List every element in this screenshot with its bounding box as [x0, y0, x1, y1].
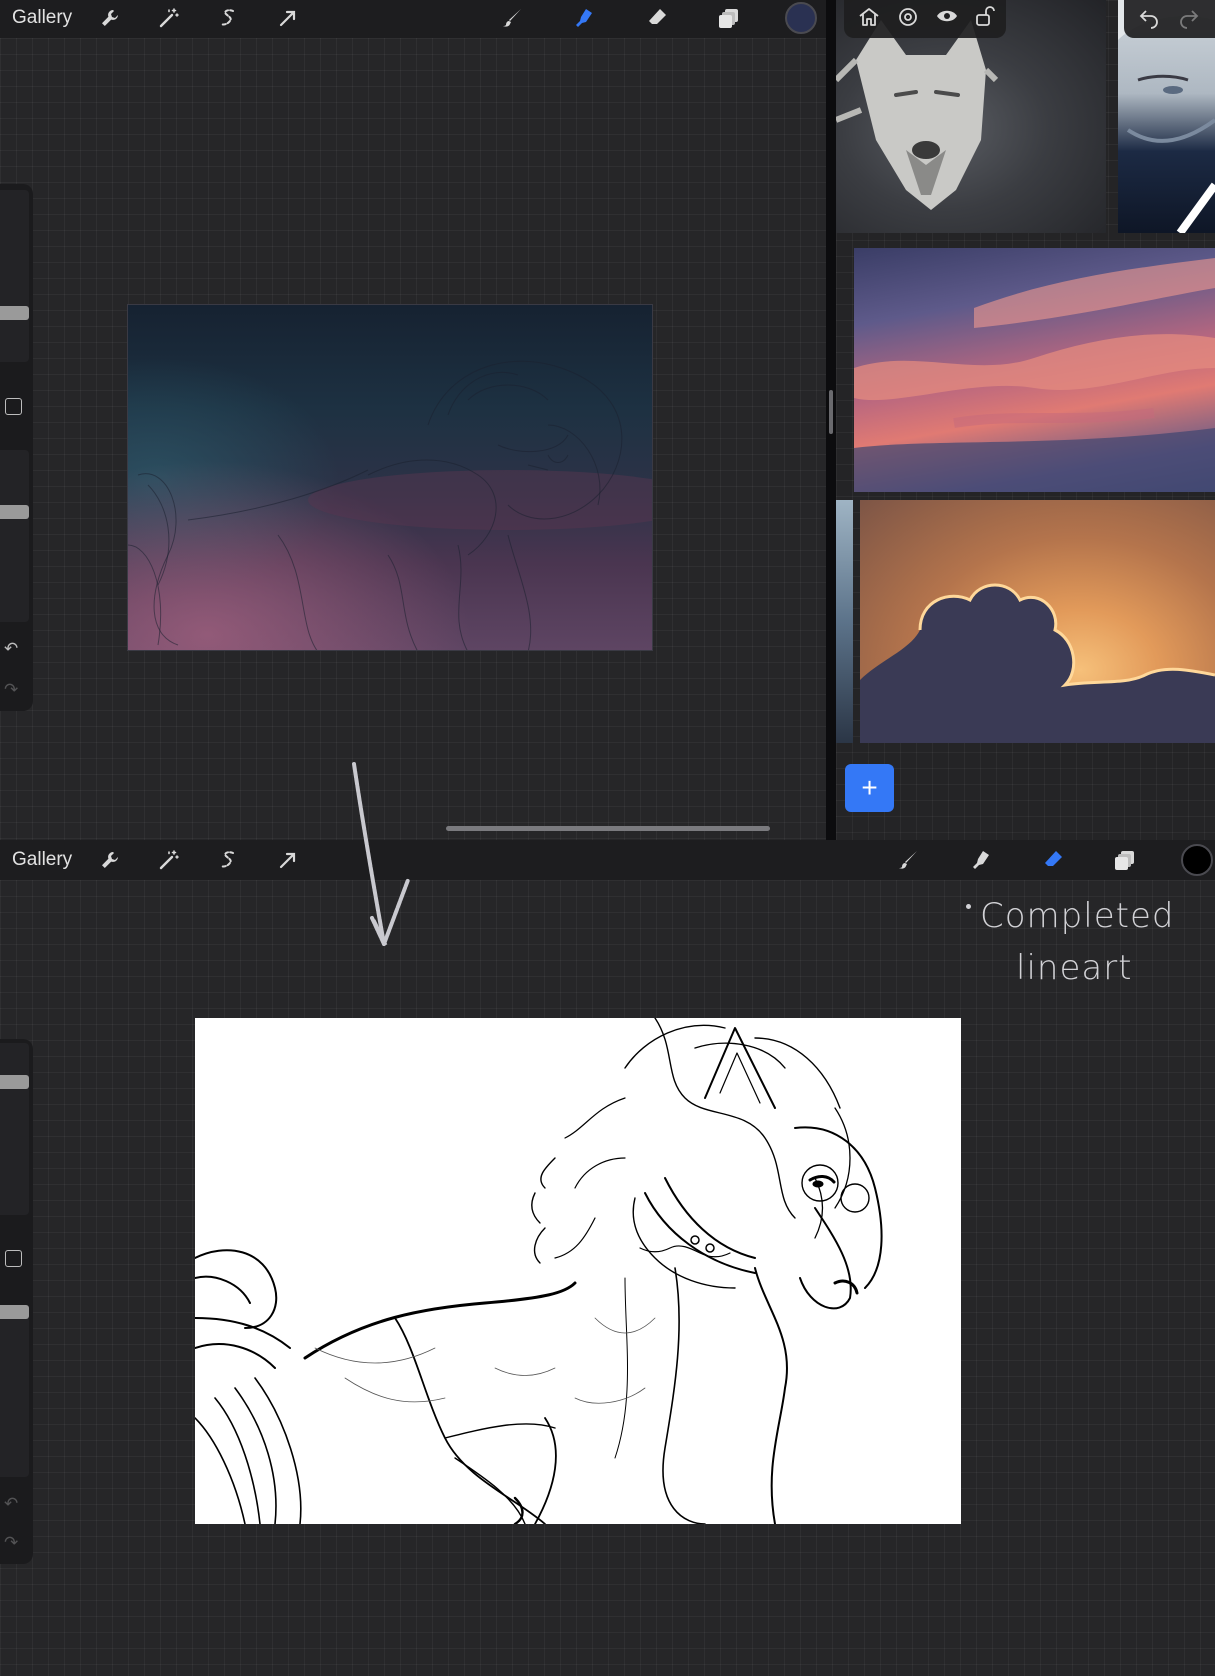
top-artwork [127, 304, 653, 651]
settings-icon[interactable] [893, 2, 923, 32]
eraser-icon[interactable] [642, 3, 672, 33]
annotation-line1: Completed [980, 896, 1175, 936]
gallery-button[interactable]: Gallery [12, 7, 72, 29]
sketch-overlay [128, 305, 652, 650]
lineart-drawing [195, 1018, 883, 1524]
magic-wand-icon[interactable] [154, 845, 184, 875]
brush-icon[interactable] [498, 3, 528, 33]
eraser-icon[interactable] [1038, 845, 1068, 875]
add-reference-button[interactable]: + [845, 764, 894, 812]
opacity-slider[interactable] [0, 505, 29, 519]
reference-undo-toolbar [1124, 0, 1215, 38]
magic-wand-icon[interactable] [154, 3, 184, 33]
selection-s-icon[interactable] [213, 3, 243, 33]
bottom-toolbar: Gallery [0, 840, 1215, 880]
redo-icon[interactable]: ↷ [4, 1533, 18, 1553]
annotation-line2: lineart [1016, 948, 1133, 988]
reference-image-sunset-clouds[interactable] [854, 248, 1215, 492]
reference-image-sliver[interactable] [836, 500, 853, 743]
unlock-icon[interactable] [970, 1, 1000, 31]
opacity-track [0, 450, 29, 622]
brush-size-track [0, 1043, 29, 1215]
redo-icon[interactable]: ↷ [4, 680, 18, 700]
smudge-icon[interactable] [966, 845, 996, 875]
layers-icon[interactable] [1110, 845, 1140, 875]
home-indicator-top [446, 826, 770, 831]
wrench-icon[interactable] [95, 3, 125, 33]
reference-toolbar [844, 0, 1006, 38]
opacity-slider[interactable] [0, 1305, 29, 1319]
transform-arrow-icon[interactable] [273, 845, 303, 875]
smudge-icon[interactable] [569, 3, 599, 33]
bottom-sidebar: ↶ ↷ [0, 1039, 33, 1564]
annotation-bullet [966, 904, 971, 909]
brush-size-track [0, 190, 29, 362]
top-sidebar: ↶ ↷ [0, 184, 33, 711]
top-toolbar: Gallery [0, 0, 826, 38]
brush-size-slider[interactable] [0, 306, 29, 320]
eye-icon[interactable] [932, 1, 962, 31]
transform-arrow-icon[interactable] [273, 3, 303, 33]
selection-s-icon[interactable] [213, 845, 243, 875]
brush-size-slider[interactable] [0, 1075, 29, 1089]
opacity-track [0, 1305, 29, 1477]
wrench-icon[interactable] [95, 845, 125, 875]
gallery-button[interactable]: Gallery [12, 849, 72, 871]
layers-icon[interactable] [714, 3, 744, 33]
color-swatch[interactable] [1181, 844, 1213, 876]
brush-icon[interactable] [894, 845, 924, 875]
modify-button[interactable] [5, 398, 22, 415]
undo-icon[interactable] [1134, 2, 1164, 32]
lineart-canvas [195, 1018, 961, 1524]
split-divider[interactable] [826, 0, 836, 840]
undo-icon[interactable]: ↶ [4, 639, 18, 659]
handdrawn-arrow [352, 762, 410, 946]
undo-icon[interactable]: ↶ [4, 1494, 18, 1514]
modify-button[interactable] [5, 1250, 22, 1267]
home-icon[interactable] [854, 2, 884, 32]
reference-image-golden-sunset[interactable] [860, 500, 1215, 743]
color-swatch[interactable] [785, 2, 817, 34]
redo-icon[interactable] [1174, 2, 1204, 32]
